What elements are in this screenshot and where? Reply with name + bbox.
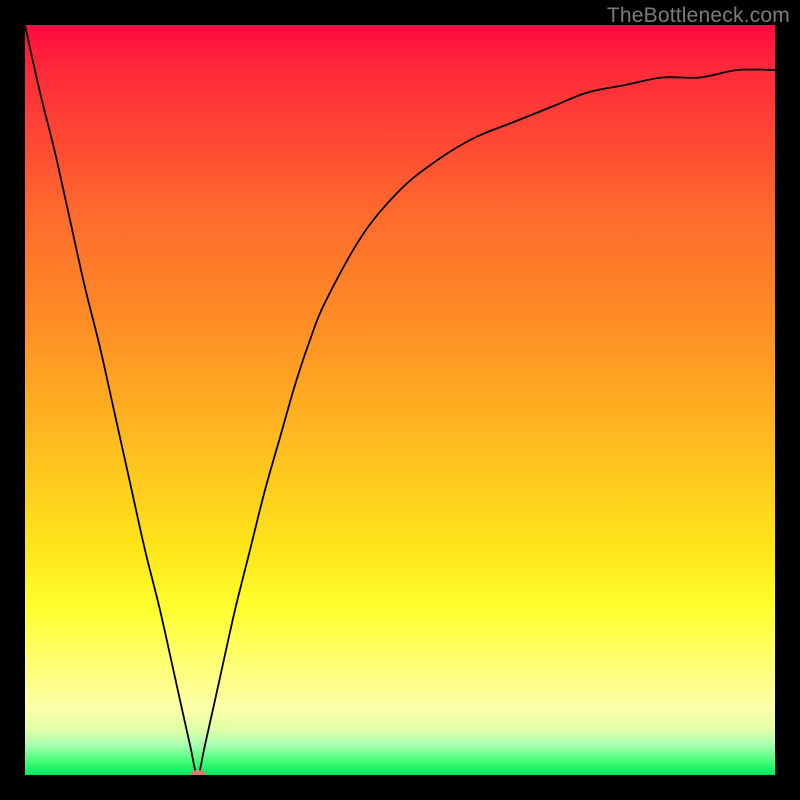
bottleneck-curve-svg xyxy=(25,25,775,775)
curve-minimum-marker xyxy=(190,770,206,775)
chart-frame: TheBottleneck.com xyxy=(0,0,800,800)
chart-plot-area xyxy=(25,25,775,775)
bottleneck-curve xyxy=(25,25,775,775)
